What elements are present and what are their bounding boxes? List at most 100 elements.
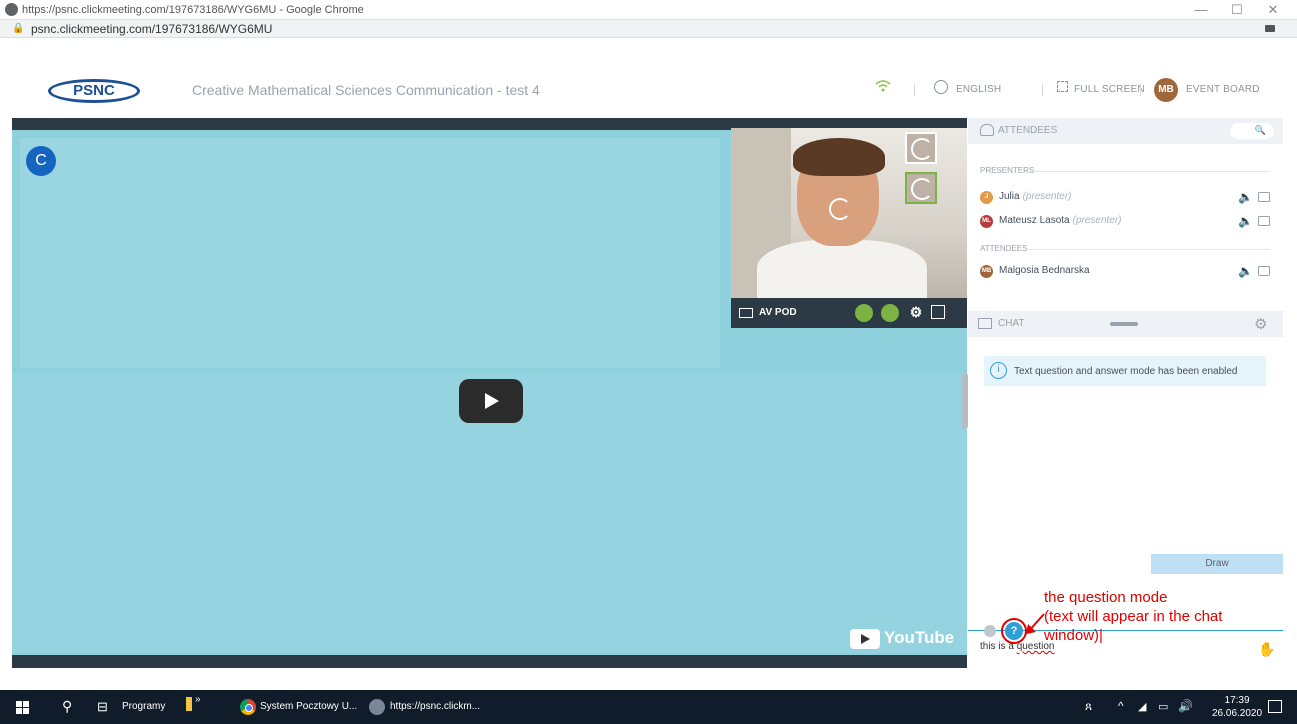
psnc-logo: PSNC xyxy=(48,79,140,103)
presenters-section-label: PRESENTERS xyxy=(980,166,1035,175)
play-icon xyxy=(485,393,499,409)
address-bar[interactable]: 🔒 psnc.clickmeeting.com/197673186/WYG6MU xyxy=(0,20,1297,38)
presenter-row[interactable]: ML Mateusz Lasota (presenter) 🔈 xyxy=(980,213,1280,231)
screen-icon[interactable] xyxy=(1258,216,1270,226)
chat-icon xyxy=(978,318,992,329)
clock-time: 17:39 xyxy=(1224,695,1250,706)
screen-icon[interactable] xyxy=(1258,192,1270,202)
volume-icon[interactable]: 🔊 xyxy=(1178,699,1193,713)
taskbar-app-mail[interactable]: System Pocztowy U... xyxy=(260,701,357,712)
chat-mode-icon[interactable] xyxy=(984,625,996,637)
section-divider xyxy=(1030,171,1270,172)
task-view-icon[interactable]: ⊟ xyxy=(97,699,108,715)
youtube-icon xyxy=(850,628,880,649)
event-board-button[interactable]: EVENT BOARD xyxy=(1186,84,1260,95)
attendee-row[interactable]: MB Malgosia Bednarska 🔈 xyxy=(980,263,1280,281)
participant-thumbnail-active[interactable] xyxy=(905,172,937,204)
stage-panel xyxy=(20,138,720,368)
annotation-line-3: window)| xyxy=(1044,627,1103,644)
chat-resize-handle[interactable] xyxy=(1110,322,1138,326)
play-button[interactable] xyxy=(459,379,523,423)
header-divider xyxy=(1140,84,1141,96)
qa-mode-notice: i Text question and answer mode has been… xyxy=(984,356,1266,386)
search-icon[interactable]: ⚲ xyxy=(62,698,72,715)
chat-header: CHAT ⚙ xyxy=(968,311,1283,337)
info-icon: i xyxy=(990,362,1007,379)
globe-icon[interactable] xyxy=(934,80,948,94)
loading-spinner-icon xyxy=(829,198,851,220)
channel-badge[interactable]: C xyxy=(26,146,56,176)
folder-icon[interactable] xyxy=(186,697,192,711)
minimize-button[interactable]: — xyxy=(1186,2,1216,18)
windows-start-icon[interactable] xyxy=(16,701,29,714)
presenter-avatar: ML xyxy=(980,215,993,228)
user-avatar[interactable]: MB xyxy=(1154,78,1178,102)
annotation-line-2: (text will appear in the chat xyxy=(1044,608,1223,625)
notification-icon[interactable] xyxy=(1268,700,1282,713)
taskbar: ⚲ ⊟ Programy » System Pocztowy U... http… xyxy=(0,690,1297,724)
question-mode-icon[interactable]: ? xyxy=(1005,622,1023,640)
speaker-icon[interactable]: 🔈 xyxy=(1238,190,1253,204)
av-controls-bar: AV POD ⚙ xyxy=(731,298,967,328)
microphone-toggle-button[interactable] xyxy=(881,304,899,322)
people-icon[interactable]: ጸ xyxy=(1085,699,1092,714)
stage-bottom-bar xyxy=(12,655,967,668)
video-camera-icon xyxy=(739,308,753,318)
youtube-logo[interactable]: YouTube xyxy=(850,628,954,650)
battery-icon[interactable]: ▭ xyxy=(1158,700,1168,713)
camera-toggle-button[interactable] xyxy=(855,304,873,322)
chevron-up-icon[interactable]: ^ xyxy=(1118,699,1124,713)
programs-toolbar[interactable]: Programy xyxy=(122,701,165,712)
lock-icon: 🔒 xyxy=(12,23,25,34)
draw-button[interactable]: Draw xyxy=(1151,554,1283,574)
section-divider xyxy=(1026,249,1270,250)
header-divider xyxy=(914,84,915,96)
attendees-icon xyxy=(980,124,994,136)
app-header: PSNC Creative Mathematical Sciences Comm… xyxy=(12,62,1283,118)
youtube-label: YouTube xyxy=(884,628,955,647)
chrome-icon xyxy=(240,699,256,715)
expand-icon[interactable] xyxy=(931,305,945,319)
fullscreen-icon[interactable] xyxy=(1057,81,1068,92)
maximize-button[interactable]: ☐ xyxy=(1222,2,1252,18)
search-icon: 🔍 xyxy=(1254,125,1266,135)
attendees-section-label: ATTENDEES xyxy=(980,244,1028,253)
attendees-header: ATTENDEES 🔍 xyxy=(968,118,1283,144)
chat-input-prefix: this is a xyxy=(980,641,1017,652)
av-settings-icon[interactable]: ⚙ xyxy=(907,303,925,321)
participant-thumbnail[interactable] xyxy=(905,132,937,164)
event-title: Creative Mathematical Sciences Communica… xyxy=(192,82,540,98)
toolbar-more[interactable]: » xyxy=(195,694,201,705)
close-button[interactable]: ✕ xyxy=(1258,2,1288,18)
presenter-row[interactable]: J Julia (presenter) 🔈 xyxy=(980,189,1280,207)
presenter-role: (presenter) xyxy=(1022,191,1072,202)
speaker-icon[interactable]: 🔈 xyxy=(1238,264,1253,278)
wifi-icon xyxy=(874,78,892,96)
taskbar-app-psnc[interactable]: https://psnc.clickm... xyxy=(390,701,480,712)
presenter-role: (presenter) xyxy=(1072,215,1122,226)
av-pod-label: AV POD xyxy=(759,307,797,318)
clock[interactable]: 17:39 26.06.2020 xyxy=(1212,694,1262,720)
sidebar: ATTENDEES 🔍 PRESENTERS J Julia (presenter… xyxy=(968,118,1283,668)
screen-icon[interactable] xyxy=(1258,266,1270,276)
annotation-line-1: the question mode xyxy=(1044,589,1168,606)
language-selector[interactable]: ENGLISH xyxy=(956,84,1001,95)
webcam-video[interactable] xyxy=(731,128,967,298)
favicon-icon xyxy=(5,3,18,16)
speaker-icon[interactable]: 🔈 xyxy=(1238,214,1253,228)
attendee-avatar: MB xyxy=(980,265,993,278)
loading-spinner-icon xyxy=(911,138,933,160)
url-text[interactable]: psnc.clickmeeting.com/197673186/WYG6MU xyxy=(31,22,272,36)
loading-spinner-icon xyxy=(911,178,933,200)
fullscreen-button[interactable]: FULL SCREEN xyxy=(1074,84,1145,95)
browser-globe-icon xyxy=(369,699,385,715)
header-divider xyxy=(1042,84,1043,96)
network-icon[interactable]: ◢ xyxy=(1138,700,1146,713)
attendee-search-input[interactable]: 🔍 xyxy=(1230,123,1274,139)
annotation-text: the question mode (text will appear in t… xyxy=(1044,588,1294,645)
attendees-title: ATTENDEES xyxy=(998,125,1058,136)
camera-indicator-icon[interactable] xyxy=(1265,25,1275,32)
presenter-name: Mateusz Lasota xyxy=(999,215,1070,226)
presenter-name: Julia xyxy=(999,191,1020,202)
chat-settings-icon[interactable]: ⚙ xyxy=(1254,315,1267,333)
